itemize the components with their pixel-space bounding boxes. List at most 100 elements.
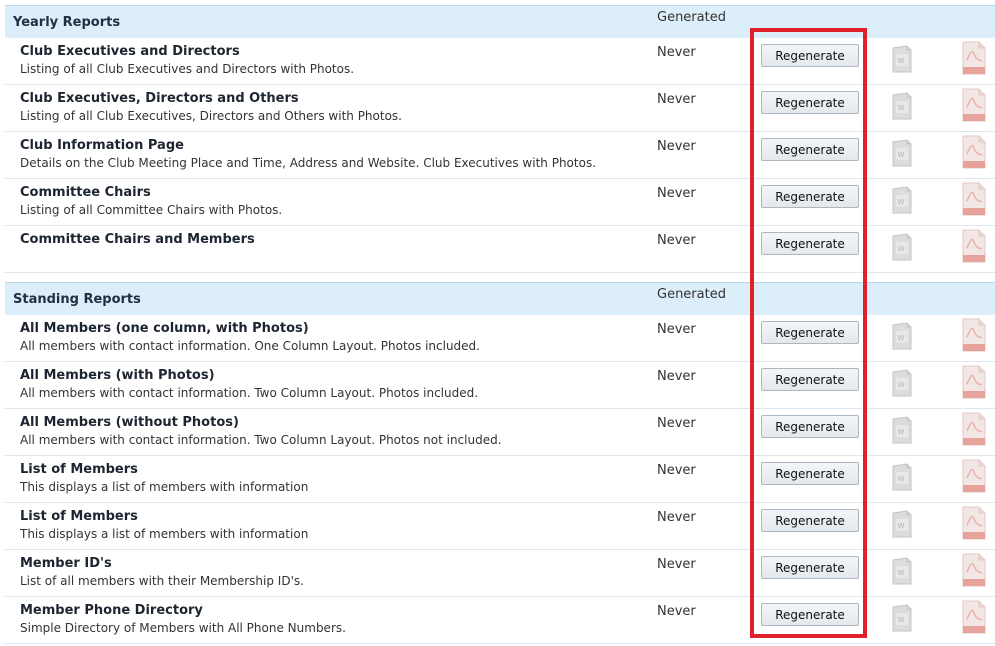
report-generated-status: Never	[657, 45, 696, 60]
report-title: Member ID's	[20, 556, 112, 571]
word-document-icon[interactable]: W	[889, 321, 917, 351]
pdf-document-icon[interactable]	[960, 364, 988, 400]
regenerate-button[interactable]: Regenerate	[761, 91, 859, 114]
svg-text:W: W	[898, 198, 905, 206]
standing-reports-section: Standing Reports Generated All Members (…	[5, 282, 995, 644]
report-generated-status: Never	[657, 604, 696, 619]
word-document-icon[interactable]: W	[889, 44, 917, 74]
report-row: List of Members This displays a list of …	[5, 503, 995, 550]
word-document-icon[interactable]: W	[889, 232, 917, 262]
standing-reports-header: Standing Reports Generated	[5, 282, 995, 315]
report-row: Committee Chairs and Members Never Regen…	[5, 226, 995, 273]
pdf-document-icon[interactable]	[960, 552, 988, 588]
report-title: Member Phone Directory	[20, 603, 203, 618]
regenerate-button[interactable]: Regenerate	[761, 232, 859, 255]
word-document-icon[interactable]: W	[889, 509, 917, 539]
pdf-document-icon[interactable]	[960, 599, 988, 635]
report-generated-status: Never	[657, 322, 696, 337]
pdf-document-icon[interactable]	[960, 228, 988, 264]
pdf-document-icon[interactable]	[960, 40, 988, 76]
report-row: All Members (with Photos) All members wi…	[5, 362, 995, 409]
generated-column-header: Generated	[657, 10, 726, 25]
report-generated-status: Never	[657, 416, 696, 431]
generated-column-header: Generated	[657, 287, 726, 302]
regenerate-button[interactable]: Regenerate	[761, 415, 859, 438]
svg-text:W: W	[898, 475, 905, 483]
report-row: Committee Chairs Listing of all Committe…	[5, 179, 995, 226]
report-row: Member ID's List of all members with the…	[5, 550, 995, 597]
svg-text:W: W	[898, 381, 905, 389]
yearly-reports-list: Club Executives and Directors Listing of…	[5, 38, 995, 273]
pdf-document-icon[interactable]	[960, 87, 988, 123]
svg-text:W: W	[898, 569, 905, 577]
report-row: All Members (without Photos) All members…	[5, 409, 995, 456]
regenerate-button[interactable]: Regenerate	[761, 321, 859, 344]
report-row: Member Phone Directory Simple Directory …	[5, 597, 995, 644]
pdf-document-icon[interactable]	[960, 505, 988, 541]
report-description: All members with contact information. Tw…	[20, 433, 502, 447]
regenerate-button[interactable]: Regenerate	[761, 368, 859, 391]
word-document-icon[interactable]: W	[889, 138, 917, 168]
report-generated-status: Never	[657, 92, 696, 107]
report-title: List of Members	[20, 462, 138, 477]
report-description: Details on the Club Meeting Place and Ti…	[20, 156, 597, 170]
yearly-reports-title: Yearly Reports	[13, 15, 121, 30]
report-generated-status: Never	[657, 510, 696, 525]
report-row: Club Executives and Directors Listing of…	[5, 38, 995, 85]
svg-text:W: W	[898, 428, 905, 436]
report-description: Simple Directory of Members with All Pho…	[20, 621, 346, 635]
word-document-icon[interactable]: W	[889, 415, 917, 445]
report-description: This displays a list of members with inf…	[20, 527, 309, 541]
report-title: All Members (with Photos)	[20, 368, 215, 383]
regenerate-button[interactable]: Regenerate	[761, 509, 859, 532]
pdf-document-icon[interactable]	[960, 181, 988, 217]
svg-text:W: W	[898, 104, 905, 112]
report-title: All Members (one column, with Photos)	[20, 321, 309, 336]
svg-text:W: W	[898, 151, 905, 159]
word-document-icon[interactable]: W	[889, 185, 917, 215]
svg-text:W: W	[898, 334, 905, 342]
word-document-icon[interactable]: W	[889, 462, 917, 492]
regenerate-button[interactable]: Regenerate	[761, 556, 859, 579]
report-generated-status: Never	[657, 369, 696, 384]
reports-page: Yearly Reports Generated Club Executives…	[0, 0, 995, 646]
report-title: Club Information Page	[20, 138, 184, 153]
regenerate-button[interactable]: Regenerate	[761, 462, 859, 485]
yearly-reports-header: Yearly Reports Generated	[5, 5, 995, 38]
standing-reports-title: Standing Reports	[13, 292, 141, 307]
word-document-icon[interactable]: W	[889, 368, 917, 398]
report-description: Listing of all Club Executives and Direc…	[20, 62, 355, 76]
report-description: Listing of all Committee Chairs with Pho…	[20, 203, 283, 217]
svg-text:W: W	[898, 522, 905, 530]
report-description: All members with contact information. Tw…	[20, 386, 479, 400]
report-generated-status: Never	[657, 233, 696, 248]
report-title: Committee Chairs and Members	[20, 232, 255, 247]
regenerate-button[interactable]: Regenerate	[761, 603, 859, 626]
report-row: All Members (one column, with Photos) Al…	[5, 315, 995, 362]
report-title: All Members (without Photos)	[20, 415, 239, 430]
report-title: Club Executives, Directors and Others	[20, 91, 299, 106]
report-description: List of all members with their Membershi…	[20, 574, 304, 588]
report-description: All members with contact information. On…	[20, 339, 480, 353]
standing-reports-list: All Members (one column, with Photos) Al…	[5, 315, 995, 644]
report-row: Club Information Page Details on the Clu…	[5, 132, 995, 179]
report-generated-status: Never	[657, 186, 696, 201]
word-document-icon[interactable]: W	[889, 556, 917, 586]
word-document-icon[interactable]: W	[889, 91, 917, 121]
report-title: Club Executives and Directors	[20, 44, 240, 59]
yearly-reports-section: Yearly Reports Generated Club Executives…	[5, 5, 995, 289]
pdf-document-icon[interactable]	[960, 134, 988, 170]
regenerate-button[interactable]: Regenerate	[761, 138, 859, 161]
report-generated-status: Never	[657, 463, 696, 478]
regenerate-button[interactable]: Regenerate	[761, 185, 859, 208]
word-document-icon[interactable]: W	[889, 603, 917, 633]
pdf-document-icon[interactable]	[960, 458, 988, 494]
report-generated-status: Never	[657, 139, 696, 154]
svg-text:W: W	[898, 245, 905, 253]
report-row: List of Members This displays a list of …	[5, 456, 995, 503]
pdf-document-icon[interactable]	[960, 411, 988, 447]
pdf-document-icon[interactable]	[960, 317, 988, 353]
regenerate-button[interactable]: Regenerate	[761, 44, 859, 67]
report-title: List of Members	[20, 509, 138, 524]
svg-text:W: W	[898, 57, 905, 65]
